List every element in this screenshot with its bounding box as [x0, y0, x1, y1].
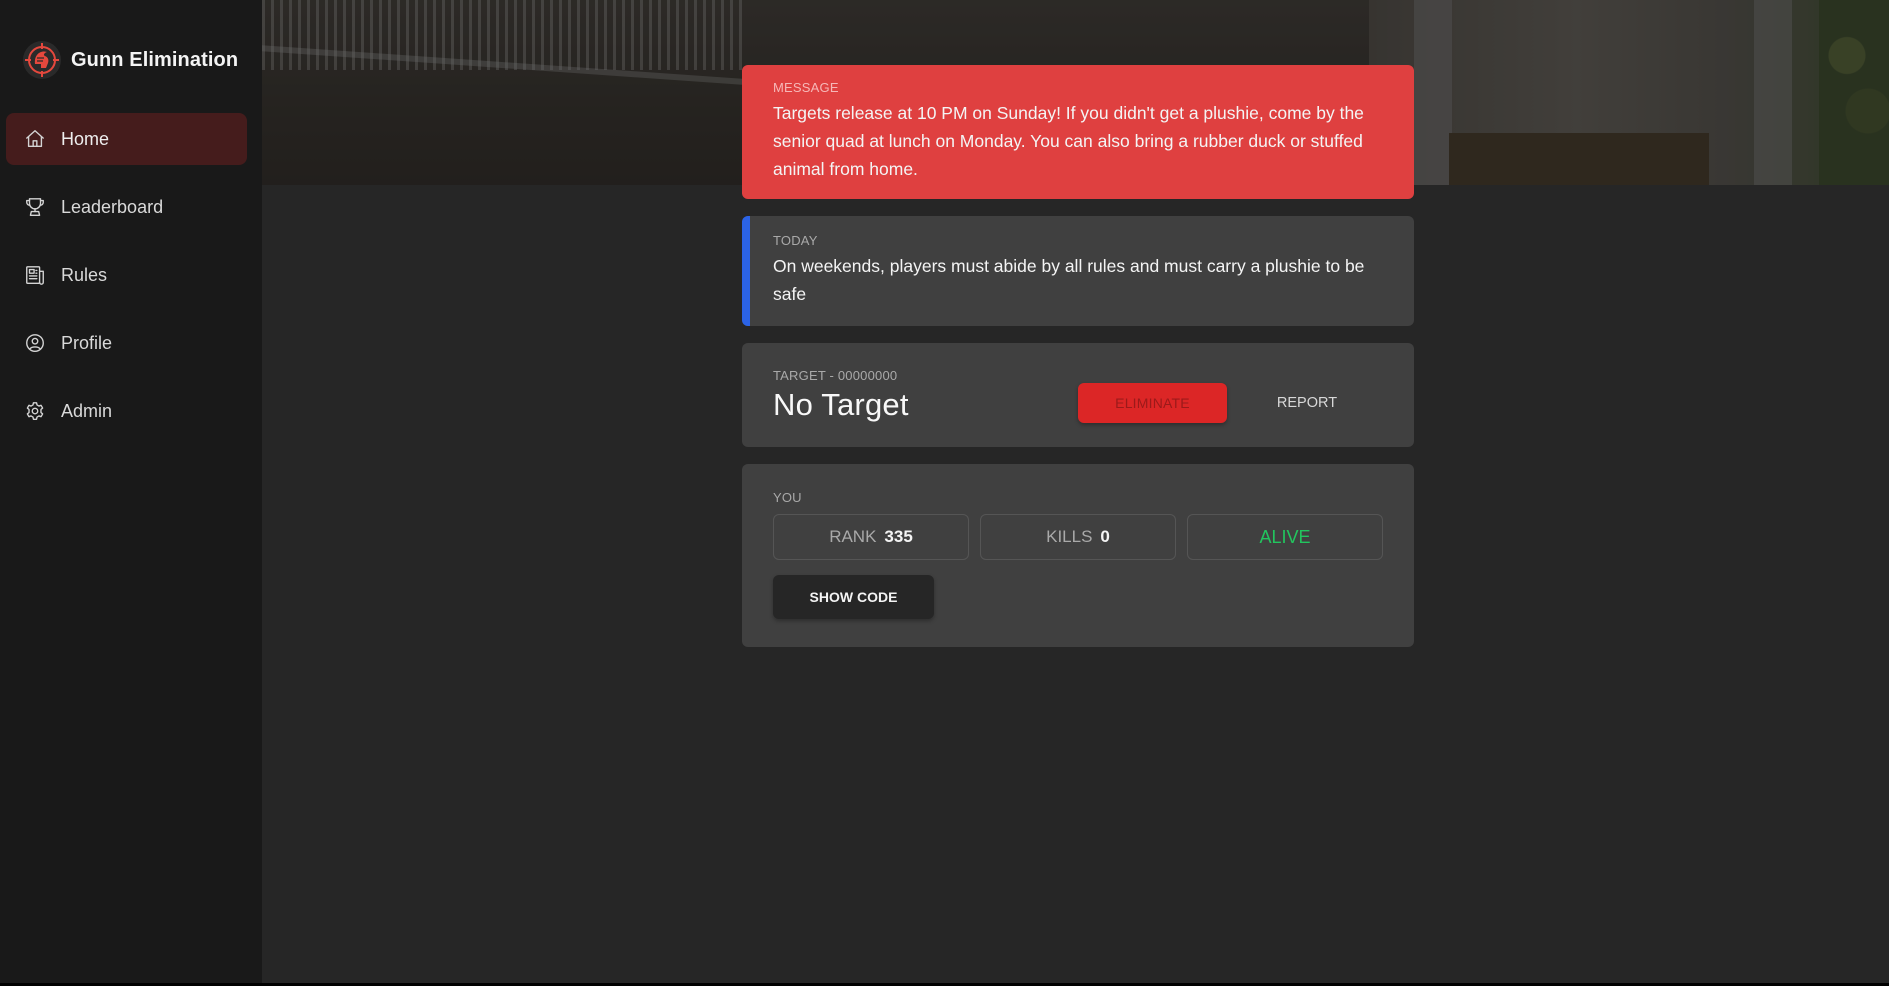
dashboard-content: MESSAGE Targets release at 10 PM on Sund… — [742, 65, 1414, 664]
gear-icon — [23, 399, 47, 423]
user-circle-icon — [23, 331, 47, 355]
you-label: YOU — [773, 490, 802, 505]
stats-row: RANK 335 KILLS 0 ALIVE — [773, 514, 1383, 560]
newspaper-icon — [23, 263, 47, 287]
sidebar-item-profile[interactable]: Profile — [6, 317, 247, 369]
report-button[interactable]: REPORT — [1252, 383, 1362, 423]
status-stat: ALIVE — [1187, 514, 1383, 560]
target-card: TARGET - 00000000 No Target ELIMINATE RE… — [742, 343, 1414, 447]
sidebar-item-leaderboard[interactable]: Leaderboard — [6, 181, 247, 233]
sidebar-item-label: Rules — [61, 264, 108, 285]
sidebar-nav: Home Leaderboard Rules Profile Admin — [6, 113, 247, 453]
target-label: TARGET - 00000000 — [773, 368, 898, 383]
kills-stat: KILLS 0 — [980, 514, 1176, 560]
sidebar-item-label: Admin — [61, 400, 113, 421]
main-area: MESSAGE Targets release at 10 PM on Sund… — [262, 0, 1889, 983]
app-title: Gunn Elimination — [71, 48, 239, 71]
kills-key: KILLS — [1046, 527, 1093, 546]
today-label: TODAY — [773, 233, 818, 248]
sidebar-item-label: Profile — [61, 332, 113, 353]
rank-value: 335 — [884, 527, 913, 546]
sidebar-item-label: Home — [61, 128, 110, 149]
today-text: On weekends, players must abide by all r… — [773, 256, 1365, 304]
message-label: MESSAGE — [773, 80, 839, 95]
sidebar-item-label: Leaderboard — [61, 196, 164, 217]
message-text: Targets release at 10 PM on Sunday! If y… — [773, 103, 1364, 179]
sidebar: Gunn Elimination Home Leaderboard Rules … — [0, 0, 262, 983]
status-badge: ALIVE — [1259, 526, 1311, 547]
home-icon — [23, 127, 47, 151]
trophy-icon — [23, 195, 47, 219]
spartan-helmet-crosshair-icon — [23, 41, 61, 79]
kills-value: 0 — [1100, 527, 1110, 546]
message-card: MESSAGE Targets release at 10 PM on Sund… — [742, 65, 1414, 199]
rank-stat: RANK 335 — [773, 514, 969, 560]
sidebar-item-home[interactable]: Home — [6, 113, 247, 165]
you-card: YOU RANK 335 KILLS 0 ALIVE SHOW CODE — [742, 464, 1414, 647]
eliminate-button[interactable]: ELIMINATE — [1078, 383, 1227, 423]
today-card: TODAY On weekends, players must abide by… — [742, 216, 1414, 326]
show-code-button[interactable]: SHOW CODE — [773, 575, 934, 619]
sidebar-item-rules[interactable]: Rules — [6, 249, 247, 301]
brand[interactable]: Gunn Elimination — [22, 40, 238, 80]
rank-key: RANK — [829, 527, 877, 546]
sidebar-item-admin[interactable]: Admin — [6, 385, 247, 437]
